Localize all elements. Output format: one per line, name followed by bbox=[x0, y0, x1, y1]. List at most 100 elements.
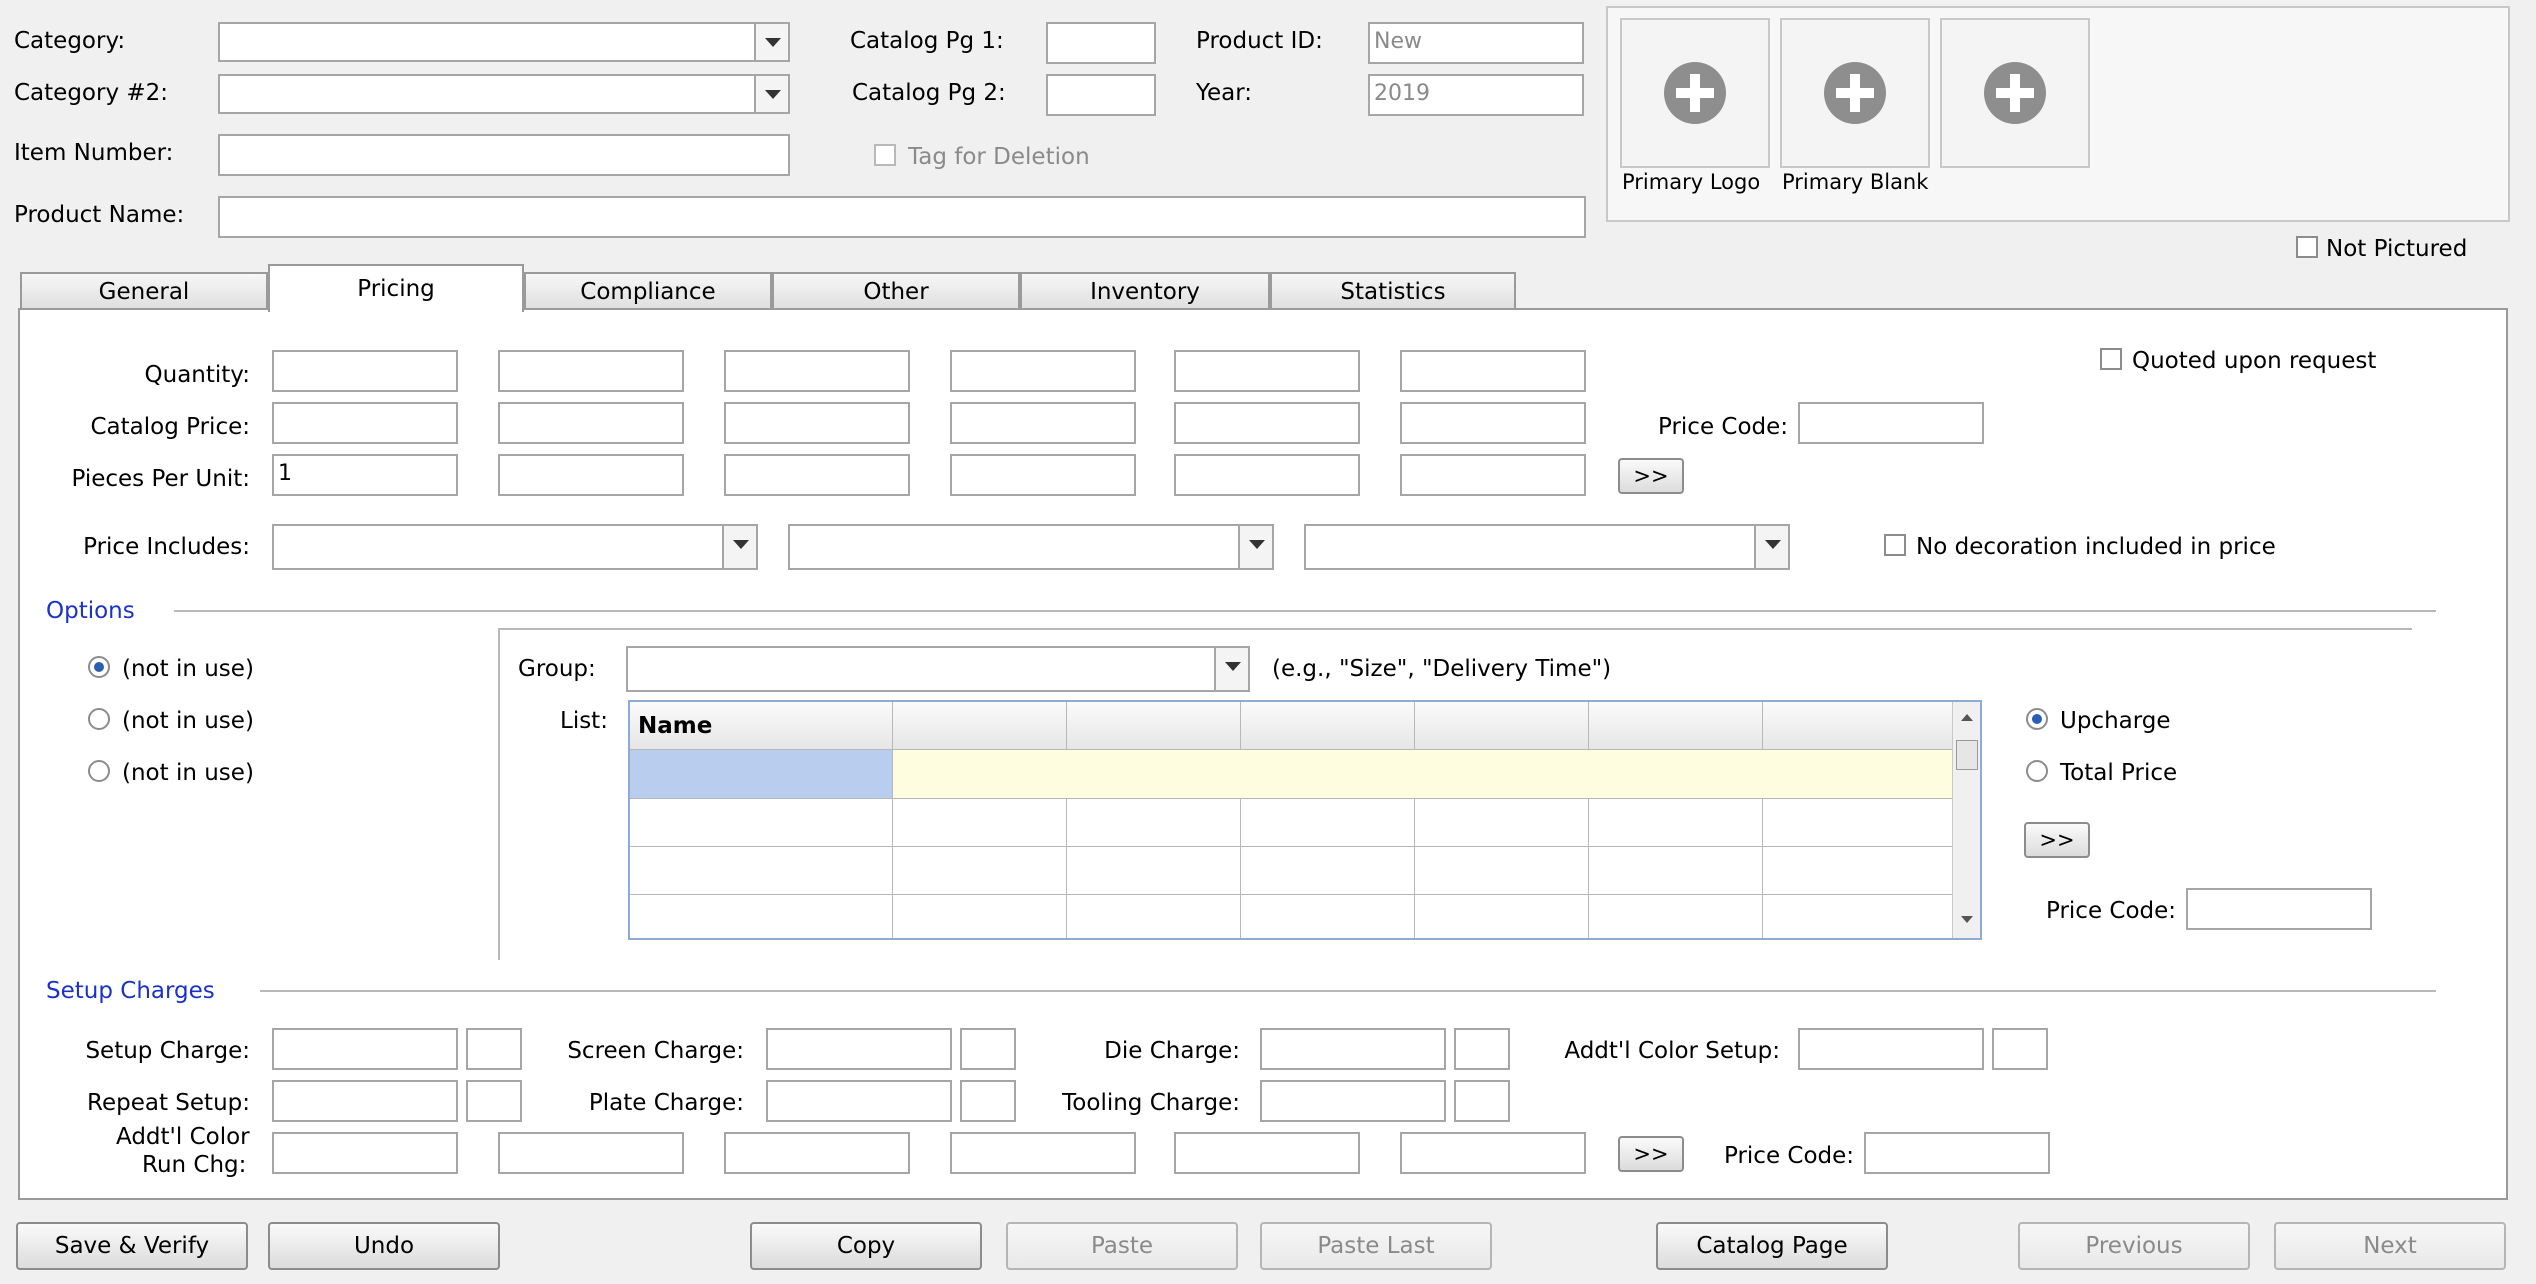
pieces-per-unit-input-4[interactable] bbox=[950, 454, 1136, 496]
addtl-color-run-input-2[interactable] bbox=[498, 1132, 684, 1174]
catalog-page-button[interactable]: Catalog Page bbox=[1656, 1222, 1888, 1270]
catalog-price-input-6[interactable] bbox=[1400, 402, 1586, 444]
grid-scrollbar[interactable] bbox=[1952, 702, 1980, 938]
screen-charge-code-input[interactable] bbox=[960, 1028, 1016, 1070]
catalog-price-input-2[interactable] bbox=[498, 402, 684, 444]
group-combobox[interactable] bbox=[626, 646, 1250, 692]
primary-logo-slot[interactable] bbox=[1620, 18, 1770, 168]
pieces-per-unit-input-1[interactable]: 1 bbox=[272, 454, 458, 496]
catalog-price-input-5[interactable] bbox=[1174, 402, 1360, 444]
quantity-input-4[interactable] bbox=[950, 350, 1136, 392]
pieces-per-unit-input-3[interactable] bbox=[724, 454, 910, 496]
tab-statistics[interactable]: Statistics bbox=[1270, 272, 1516, 310]
next-button[interactable]: Next bbox=[2274, 1222, 2506, 1270]
catalog-pg2-input[interactable] bbox=[1046, 74, 1156, 116]
quantity-input-6[interactable] bbox=[1400, 350, 1586, 392]
plate-charge-label: Plate Charge: bbox=[588, 1090, 744, 1116]
chevron-down-icon[interactable] bbox=[722, 526, 756, 568]
quantity-input-1[interactable] bbox=[272, 350, 458, 392]
paste-last-button[interactable]: Paste Last bbox=[1260, 1222, 1492, 1270]
tab-compliance[interactable]: Compliance bbox=[524, 272, 772, 310]
addtl-color-run-input-5[interactable] bbox=[1174, 1132, 1360, 1174]
product-name-input[interactable] bbox=[218, 196, 1586, 238]
option-radio-3[interactable] bbox=[88, 760, 110, 782]
addtl-color-run-input-6[interactable] bbox=[1400, 1132, 1586, 1174]
chevron-down-icon[interactable] bbox=[1754, 526, 1788, 568]
category2-combobox[interactable] bbox=[218, 74, 790, 114]
setup-charge-input[interactable] bbox=[272, 1028, 458, 1070]
addtl-color-run-input-3[interactable] bbox=[724, 1132, 910, 1174]
primary-blank-slot[interactable] bbox=[1780, 18, 1930, 168]
addtl-color-run-input-1[interactable] bbox=[272, 1132, 458, 1174]
pieces-per-unit-input-5[interactable] bbox=[1174, 454, 1360, 496]
price-includes-combobox-1[interactable] bbox=[272, 524, 758, 570]
undo-button[interactable]: Undo bbox=[268, 1222, 500, 1270]
price-code-input[interactable] bbox=[1798, 402, 1984, 444]
price-includes-combobox-3[interactable] bbox=[1304, 524, 1790, 570]
tooling-charge-input[interactable] bbox=[1260, 1080, 1446, 1122]
plus-circle-icon bbox=[1664, 62, 1726, 124]
grid-selected-cell[interactable] bbox=[630, 750, 892, 798]
chevron-down-icon[interactable] bbox=[754, 24, 788, 60]
tab-pricing[interactable]: Pricing bbox=[268, 264, 524, 312]
catalog-pg2-label: Catalog Pg 2: bbox=[852, 80, 1006, 106]
quantity-input-5[interactable] bbox=[1174, 350, 1360, 392]
price-includes-combobox-2[interactable] bbox=[788, 524, 1274, 570]
scroll-down-icon[interactable] bbox=[1961, 916, 1973, 923]
repeat-setup-code-input[interactable] bbox=[466, 1080, 522, 1122]
no-decoration-checkbox[interactable] bbox=[1884, 534, 1906, 556]
setup-charges-divider bbox=[260, 990, 2436, 992]
image-panel: Primary Logo Primary Blank bbox=[1606, 6, 2510, 222]
options-grid[interactable]: Name bbox=[628, 700, 1982, 940]
additional-image-slot[interactable] bbox=[1940, 18, 2090, 168]
tag-for-deletion-checkbox[interactable] bbox=[874, 144, 896, 166]
addtl-color-setup-code-input[interactable] bbox=[1992, 1028, 2048, 1070]
paste-button[interactable]: Paste bbox=[1006, 1222, 1238, 1270]
catalog-pg1-input[interactable] bbox=[1046, 22, 1156, 64]
year-label: Year: bbox=[1196, 80, 1253, 106]
pieces-per-unit-input-2[interactable] bbox=[498, 454, 684, 496]
save-verify-button[interactable]: Save & Verify bbox=[16, 1222, 248, 1270]
catalog-price-input-3[interactable] bbox=[724, 402, 910, 444]
copy-button[interactable]: Copy bbox=[750, 1222, 982, 1270]
plate-charge-code-input[interactable] bbox=[960, 1080, 1016, 1122]
chevron-down-icon[interactable] bbox=[754, 76, 788, 112]
total-price-radio[interactable] bbox=[2026, 760, 2048, 782]
pricing-more-button[interactable]: >> bbox=[1618, 458, 1684, 494]
scroll-thumb[interactable] bbox=[1956, 740, 1978, 770]
tab-other[interactable]: Other bbox=[772, 272, 1020, 310]
chevron-down-icon[interactable] bbox=[1214, 648, 1248, 690]
options-price-code-input[interactable] bbox=[2186, 888, 2372, 930]
quantity-input-2[interactable] bbox=[498, 350, 684, 392]
item-number-input[interactable] bbox=[218, 134, 790, 176]
option-radio-2[interactable] bbox=[88, 708, 110, 730]
pieces-per-unit-input-6[interactable] bbox=[1400, 454, 1586, 496]
not-pictured-checkbox[interactable] bbox=[2296, 236, 2318, 258]
addtl-color-run-input-4[interactable] bbox=[950, 1132, 1136, 1174]
plate-charge-input[interactable] bbox=[766, 1080, 952, 1122]
catalog-price-input-1[interactable] bbox=[272, 402, 458, 444]
quantity-input-3[interactable] bbox=[724, 350, 910, 392]
tooling-charge-code-input[interactable] bbox=[1454, 1080, 1510, 1122]
pieces-per-unit-label: Pieces Per Unit: bbox=[71, 466, 250, 492]
catalog-price-input-4[interactable] bbox=[950, 402, 1136, 444]
upcharge-radio[interactable] bbox=[2026, 708, 2048, 730]
screen-charge-input[interactable] bbox=[766, 1028, 952, 1070]
die-charge-input[interactable] bbox=[1260, 1028, 1446, 1070]
repeat-setup-input[interactable] bbox=[272, 1080, 458, 1122]
addtl-color-setup-input[interactable] bbox=[1798, 1028, 1984, 1070]
setup-price-code-input[interactable] bbox=[1864, 1132, 2050, 1174]
category-combobox[interactable] bbox=[218, 22, 790, 62]
setup-charge-code-input[interactable] bbox=[466, 1028, 522, 1070]
previous-button[interactable]: Previous bbox=[2018, 1222, 2250, 1270]
tab-general[interactable]: General bbox=[20, 272, 268, 310]
option-radio-1[interactable] bbox=[88, 656, 110, 678]
scroll-up-icon[interactable] bbox=[1961, 714, 1973, 721]
chevron-down-icon[interactable] bbox=[1238, 526, 1272, 568]
quoted-upon-request-checkbox[interactable] bbox=[2100, 348, 2122, 370]
setup-more-button[interactable]: >> bbox=[1618, 1136, 1684, 1172]
grid-row-highlight[interactable] bbox=[893, 750, 1952, 798]
tab-inventory[interactable]: Inventory bbox=[1020, 272, 1270, 310]
die-charge-code-input[interactable] bbox=[1454, 1028, 1510, 1070]
options-more-button[interactable]: >> bbox=[2024, 822, 2090, 858]
